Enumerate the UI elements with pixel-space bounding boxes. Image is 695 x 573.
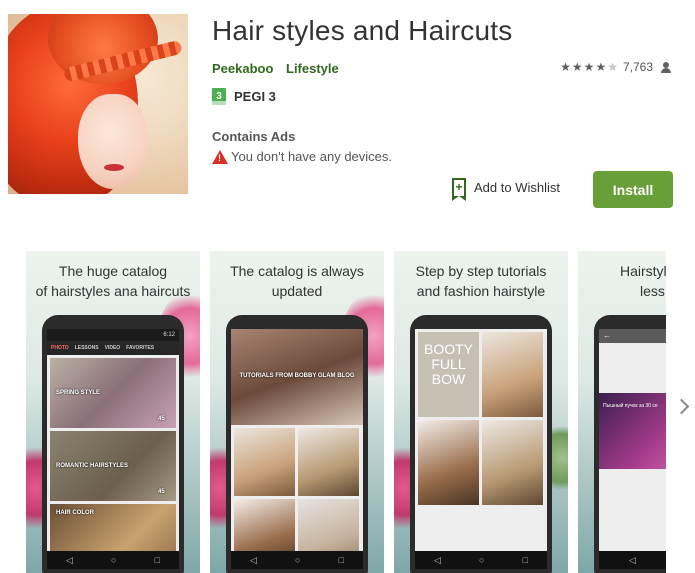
hero-label: TUTORIALS FROM BOBBY GLAM BLOG [239, 373, 355, 379]
star-icon: ★ [583, 60, 596, 74]
install-button[interactable]: Install [593, 171, 673, 208]
tutorial-step-thumb [482, 420, 543, 505]
screenshot-carousel: The huge catalog of hairstyles ana hairc… [26, 251, 666, 573]
catalog-card: ROMANTIC HAIRSTYLES 45 [50, 431, 176, 501]
star-icon: ★ [595, 60, 608, 74]
hairstyle-thumb [298, 499, 359, 551]
tab-photo: PHOTO [51, 345, 69, 351]
hairstyle-thumb [298, 428, 359, 496]
wishlist-label: Add to Wishlist [474, 179, 560, 195]
nav-recents-icon: □ [522, 555, 528, 565]
phone-mockup: BOOTY FULL BOW ◁ ○ □ [410, 315, 552, 573]
hairstyle-grid [231, 425, 363, 551]
screenshot-2[interactable]: The catalog is always updated TUTORIALS … [210, 251, 384, 573]
nav-recents-icon: □ [338, 555, 344, 565]
nav-back-icon: ◁ [434, 554, 441, 565]
caption-line: and fashion hairstyle [416, 283, 546, 299]
app-bar: ← [599, 329, 666, 343]
nav-home-icon: ○ [111, 555, 117, 565]
nav-home-icon: ○ [295, 555, 301, 565]
warning-icon: ! [212, 149, 228, 164]
caption-line: The huge catalog [58, 263, 168, 279]
caption-line: The catalog is always [230, 263, 364, 279]
card-label: HAIR COLOR [56, 510, 94, 516]
phone-nav-bar: ◁ ○ □ [47, 551, 179, 569]
star-half-icon: ★ [607, 60, 619, 74]
tutorial-step-thumb [418, 420, 479, 505]
phone-screen: BOOTY FULL BOW [415, 329, 547, 551]
status-bar: 6:12 [47, 329, 179, 341]
star-icon: ★ [571, 60, 584, 74]
content-rating: 3 PEGI 3 [212, 88, 276, 105]
screenshot-caption: Step by step tutorials and fashion hairs… [394, 261, 568, 301]
tutorial-step-thumb [482, 332, 543, 417]
phone-screen: ← Пышный пучок за 30 се [599, 329, 666, 551]
app-tab-bar: PHOTO LESSONS VIDEO FAVORITES [47, 341, 179, 355]
phone-mockup: TUTORIALS FROM BOBBY GLAM BLOG ◁ ○ □ [226, 315, 368, 573]
pegi-badge-icon: 3 [212, 88, 226, 105]
video-card-label: Пышный пучок за 30 се [603, 403, 658, 409]
tutorial-title-line: BOW [431, 371, 466, 387]
phone-mockup: ← Пышный пучок за 30 се ◁ ○ [594, 315, 666, 573]
contains-ads-label: Contains Ads [212, 129, 296, 144]
phone-screen: 6:12 PHOTO LESSONS VIDEO FAVORITES SPRIN… [47, 329, 179, 551]
lips-shape [104, 164, 124, 171]
tab-favorites: FAVORITES [126, 345, 155, 351]
caption-line: less [640, 283, 665, 299]
card-count: 45 [158, 489, 165, 495]
tutorial-title-card: BOOTY FULL BOW [418, 332, 479, 417]
catalog-card: HAIR COLOR [50, 504, 176, 551]
caption-line: Hairstyl [620, 263, 666, 279]
screenshot-1[interactable]: The huge catalog of hairstyles ana hairc… [26, 251, 200, 573]
video-card: Пышный пучок за 30 се [599, 393, 666, 469]
device-warning-text: You don't have any devices. [231, 149, 393, 164]
rating-stars: ★★★★★ [560, 60, 619, 74]
blog-hero-image: TUTORIALS FROM BOBBY GLAM BLOG [231, 329, 363, 425]
tutorial-title-line: BOOTY [423, 341, 473, 357]
rating-summary: ★★★★★ 7,763 [560, 60, 671, 74]
screenshot-caption: Hairstyl less [578, 261, 666, 301]
screenshot-caption: The huge catalog of hairstyles ana hairc… [26, 261, 200, 301]
caption-line: updated [271, 283, 323, 299]
card-count: 45 [158, 416, 165, 422]
tutorial-title-line: FULL [431, 356, 466, 372]
star-icon: ★ [560, 60, 572, 74]
card-label: SPRING STYLE [56, 390, 101, 396]
bookmark-add-icon: + [452, 178, 466, 201]
face-shape [78, 94, 148, 189]
pegi-label: PEGI 3 [234, 89, 276, 104]
phone-nav-bar: ◁ ○ □ [415, 551, 547, 569]
phone-nav-bar: ◁ ○ □ [231, 551, 363, 569]
caption-line: of hairstyles ana haircuts [35, 283, 191, 299]
hairstyle-thumb [234, 499, 295, 551]
app-icon [8, 14, 188, 194]
nav-back-icon: ◁ [250, 554, 257, 565]
caption-line: Step by step tutorials [415, 263, 547, 279]
user-icon [661, 61, 671, 73]
phone-nav-bar: ◁ ○ [599, 551, 666, 569]
tab-video: VIDEO [104, 345, 121, 351]
screenshot-4[interactable]: Hairstyl less ← Пышный пучок за 30 се ◁ … [578, 251, 666, 573]
rating-count: 7,763 [622, 60, 653, 74]
phone-screen: TUTORIALS FROM BOBBY GLAM BLOG [231, 329, 363, 551]
developer-link[interactable]: Peekaboo [212, 61, 273, 76]
app-title: Hair styles and Haircuts [212, 15, 513, 46]
screenshot-caption: The catalog is always updated [210, 261, 384, 301]
carousel-next-button[interactable] [676, 397, 688, 417]
card-label: ROMANTIC HAIRSTYLES [56, 463, 128, 469]
hairstyle-thumb [234, 428, 295, 496]
screenshot-3[interactable]: Step by step tutorials and fashion hairs… [394, 251, 568, 573]
nav-back-icon: ◁ [628, 554, 636, 565]
nav-recents-icon: □ [154, 555, 160, 565]
tutorial-grid: BOOTY FULL BOW [415, 329, 547, 508]
tab-lessons: LESSONS [74, 345, 99, 351]
category-link[interactable]: Lifestyle [286, 61, 339, 76]
nav-back-icon: ◁ [66, 554, 73, 565]
phone-mockup: 6:12 PHOTO LESSONS VIDEO FAVORITES SPRIN… [42, 315, 184, 573]
nav-home-icon: ○ [479, 555, 485, 565]
add-to-wishlist-button[interactable]: + Add to Wishlist [452, 178, 560, 201]
catalog-card: SPRING STYLE 45 [50, 358, 176, 428]
device-warning: ! You don't have any devices. [212, 149, 392, 164]
